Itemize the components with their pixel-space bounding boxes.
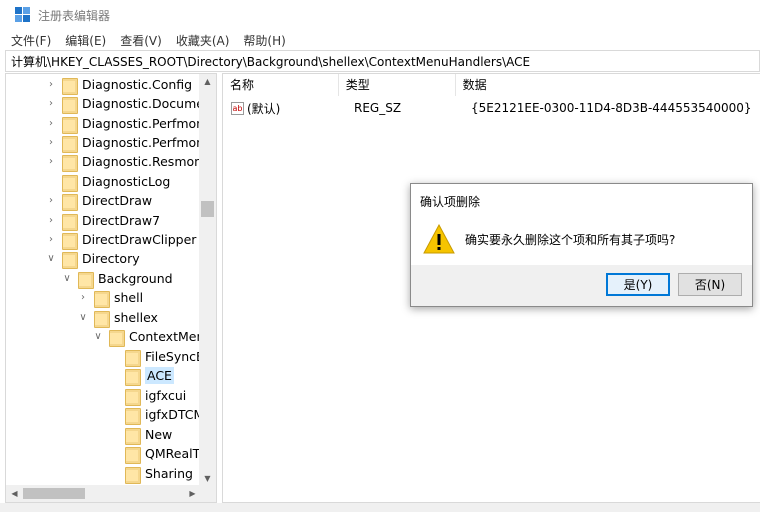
- warning-icon: [423, 224, 455, 254]
- chevron-right-icon[interactable]: ›: [46, 156, 56, 167]
- folder-icon: [125, 446, 141, 464]
- folder-icon: [62, 232, 78, 250]
- chevron-right-icon[interactable]: ›: [46, 118, 56, 129]
- folder-icon: [125, 368, 141, 386]
- folder-icon: [78, 271, 94, 289]
- dialog-title: 确认项删除: [420, 195, 481, 209]
- tree-item[interactable]: › Diagnostic.Document: [46, 94, 216, 114]
- tree-item-selected[interactable]: ACE: [109, 366, 174, 386]
- value-name: (默认): [247, 101, 281, 116]
- address-path: 计算机\HKEY_CLASSES_ROOT\Directory\Backgrou…: [11, 54, 531, 69]
- folder-icon: [94, 310, 110, 328]
- chevron-down-icon[interactable]: ∨: [93, 331, 103, 342]
- window-title: 注册表编辑器: [38, 8, 111, 23]
- string-value-icon: ab: [231, 101, 244, 115]
- scroll-thumb[interactable]: [201, 201, 214, 217]
- tree-horizontal-scrollbar[interactable]: ◀ ▶: [6, 485, 216, 502]
- column-header-data[interactable]: 数据: [456, 74, 760, 96]
- status-strip: [0, 503, 760, 512]
- tree-item[interactable]: QMRealTi: [109, 444, 203, 464]
- chevron-down-icon[interactable]: ∨: [62, 273, 72, 284]
- chevron-right-icon[interactable]: ›: [46, 215, 56, 226]
- tree-item[interactable]: › Diagnostic.Perfmon.D: [46, 133, 216, 153]
- folder-icon: [125, 407, 141, 425]
- tree-item[interactable]: ∨ ContextMenu: [93, 327, 212, 347]
- menu-edit[interactable]: 编辑(E): [65, 32, 106, 49]
- tree-item[interactable]: › DirectDraw7: [46, 211, 160, 231]
- folder-icon: [62, 96, 78, 114]
- scroll-up-icon[interactable]: ▲: [199, 74, 216, 90]
- tree-item[interactable]: New: [109, 425, 172, 445]
- title-bar: 注册表编辑器: [0, 0, 760, 30]
- chevron-right-icon[interactable]: ›: [46, 234, 56, 245]
- tree-item[interactable]: › shell: [78, 288, 143, 308]
- confirm-delete-dialog: 确认项删除 确实要永久删除这个项和所有其子项吗? 是(Y) 否(N): [410, 183, 753, 307]
- tree-item[interactable]: igfxcui: [109, 386, 186, 406]
- tree-item[interactable]: igfxDTCM: [109, 405, 204, 425]
- folder-icon: [125, 466, 141, 484]
- menu-view[interactable]: 查看(V): [120, 32, 162, 49]
- tree-item[interactable]: ∨ Background: [62, 269, 173, 289]
- value-data: {5E2121EE-0300-11D4-8D3B-444553540000}: [471, 101, 752, 115]
- chevron-right-icon[interactable]: ›: [46, 79, 56, 90]
- dialog-body: 确实要永久删除这个项和所有其子项吗?: [411, 214, 752, 264]
- folder-icon: [62, 116, 78, 134]
- value-type: REG_SZ: [354, 101, 402, 115]
- folder-icon: [62, 154, 78, 172]
- scroll-left-icon[interactable]: ◀: [6, 485, 23, 502]
- address-bar[interactable]: 计算机\HKEY_CLASSES_ROOT\Directory\Backgrou…: [5, 50, 760, 72]
- folder-icon: [62, 174, 78, 192]
- menu-favorites[interactable]: 收藏夹(A): [176, 32, 230, 49]
- tree-pane[interactable]: › Diagnostic.Config › Diagnostic.Documen…: [5, 73, 217, 503]
- column-header-name[interactable]: 名称: [223, 74, 339, 96]
- folder-icon: [62, 213, 78, 231]
- chevron-down-icon[interactable]: ∨: [46, 253, 56, 264]
- folder-icon: [109, 329, 125, 347]
- menu-file[interactable]: 文件(F): [11, 32, 51, 49]
- folder-icon: [125, 349, 141, 367]
- folder-icon: [62, 193, 78, 211]
- tree-item[interactable]: › DirectDrawClipper: [46, 230, 196, 250]
- folder-icon: [62, 251, 78, 269]
- dialog-message: 确实要永久删除这个项和所有其子项吗?: [465, 232, 676, 247]
- tree-item[interactable]: ∨ shellex: [78, 308, 158, 328]
- chevron-right-icon[interactable]: ›: [46, 137, 56, 148]
- dialog-footer: 是(Y) 否(N): [411, 265, 752, 306]
- tree-item[interactable]: › Diagnostic.Config: [46, 75, 192, 95]
- chevron-right-icon[interactable]: ›: [46, 98, 56, 109]
- tree-item[interactable]: FileSyncEx: [109, 347, 211, 367]
- tree-item[interactable]: Sharing: [109, 464, 193, 484]
- list-header: 名称 类型 数据: [223, 74, 760, 96]
- folder-icon: [62, 77, 78, 95]
- folder-icon: [62, 135, 78, 153]
- registry-editor-icon: [15, 7, 31, 23]
- tree-vertical-scrollbar[interactable]: ▲ ▼: [199, 74, 216, 487]
- tree-item[interactable]: › DirectDraw: [46, 191, 152, 211]
- list-item[interactable]: ab (默认) REG_SZ {5E2121EE-0300-11D4-8D3B-…: [223, 98, 752, 118]
- tree-item[interactable]: › Diagnostic.Perfmon.C: [46, 114, 216, 134]
- column-header-type[interactable]: 类型: [339, 74, 456, 96]
- yes-button[interactable]: 是(Y): [606, 273, 670, 296]
- chevron-right-icon[interactable]: ›: [78, 292, 88, 303]
- scroll-thumb[interactable]: [23, 488, 85, 499]
- menu-help[interactable]: 帮助(H): [243, 32, 285, 49]
- chevron-down-icon[interactable]: ∨: [78, 312, 88, 323]
- folder-icon: [125, 388, 141, 406]
- folder-icon: [94, 290, 110, 308]
- folder-icon: [125, 427, 141, 445]
- scroll-right-icon[interactable]: ▶: [184, 485, 201, 502]
- no-button[interactable]: 否(N): [678, 273, 742, 296]
- tree-item[interactable]: DiagnosticLog: [46, 172, 170, 192]
- tree-item[interactable]: › Diagnostic.Resmon.C: [46, 152, 215, 172]
- tree-item[interactable]: ∨ Directory: [46, 249, 140, 269]
- menu-bar: 文件(F) 编辑(E) 查看(V) 收藏夹(A) 帮助(H): [0, 30, 760, 50]
- chevron-right-icon[interactable]: ›: [46, 195, 56, 206]
